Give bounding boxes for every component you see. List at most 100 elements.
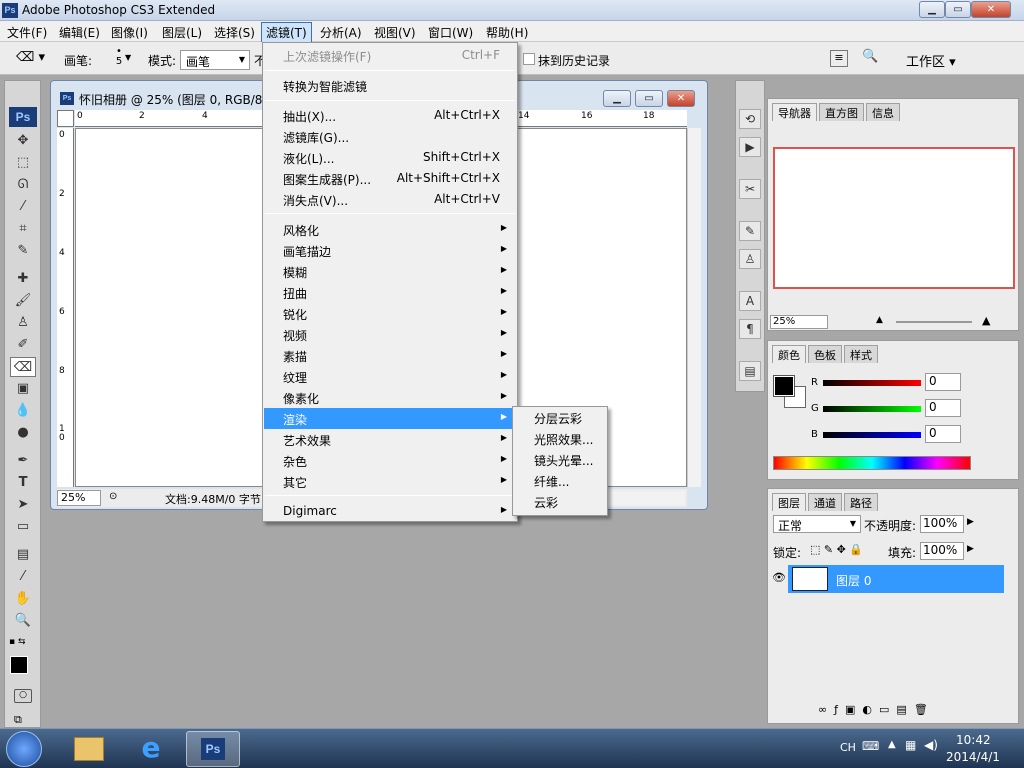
- menu-item-artistic[interactable]: 艺术效果 ▶: [264, 429, 516, 450]
- menu-item-vanishing-point[interactable]: 消失点(V)... Alt+Ctrl+V: [264, 189, 516, 210]
- clone-stamp-tool-icon[interactable]: ♙: [10, 313, 36, 333]
- tab-paths[interactable]: 路径: [844, 493, 878, 511]
- menu-item-liquify[interactable]: 液化(L)... Shift+Ctrl+X: [264, 147, 516, 168]
- path-selection-tool-icon[interactable]: ➤: [10, 495, 36, 515]
- move-tool-icon[interactable]: ✥: [10, 131, 36, 151]
- menu-file[interactable]: 文件(F): [7, 24, 47, 41]
- vertical-scrollbar[interactable]: [687, 128, 701, 487]
- tray-expand-icon[interactable]: ▲: [888, 739, 896, 750]
- character-panel-icon[interactable]: A: [739, 291, 761, 311]
- history-panel-icon[interactable]: ⟲: [739, 109, 761, 129]
- lock-icons[interactable]: ⬚ ✎ ✥ 🔒: [810, 543, 863, 556]
- menu-item-sharpen[interactable]: 锐化 ▶: [264, 303, 516, 324]
- crop-tool-icon[interactable]: ⌗: [10, 219, 36, 239]
- ie-taskbar-icon[interactable]: e: [124, 731, 178, 767]
- clone-source-icon[interactable]: ♙: [739, 249, 761, 269]
- rectangle-tool-icon[interactable]: ▭: [10, 517, 36, 537]
- menu-item-sketch[interactable]: 素描 ▶: [264, 345, 516, 366]
- eraser-preset-icon[interactable]: ⌫ ▾: [16, 50, 52, 68]
- tab-styles[interactable]: 样式: [844, 345, 878, 363]
- swap-colors-icon[interactable]: ▪ ⇆: [9, 637, 26, 647]
- opacity-field[interactable]: 100%: [920, 515, 964, 533]
- menu-item-distort[interactable]: 扭曲 ▶: [264, 282, 516, 303]
- g-slider[interactable]: [823, 406, 921, 412]
- doc-minimize-icon[interactable]: ▁: [603, 90, 631, 107]
- fill-arrow-icon[interactable]: ▶: [967, 544, 974, 554]
- menu-item-pattern-maker[interactable]: 图案生成器(P)... Alt+Shift+Ctrl+X: [264, 168, 516, 189]
- menu-item-blur[interactable]: 模糊 ▶: [264, 261, 516, 282]
- tab-histogram[interactable]: 直方图: [819, 103, 864, 121]
- eraser-tool-icon[interactable]: ⌫: [10, 357, 36, 377]
- menu-analysis[interactable]: 分析(A): [320, 24, 362, 41]
- zoom-out-icon[interactable]: ▲: [876, 315, 883, 325]
- workspace-menu[interactable]: 工作区 ▾: [906, 51, 956, 70]
- magic-wand-tool-icon[interactable]: ⁄: [10, 197, 36, 217]
- eyedropper-tool-icon[interactable]: ⁄: [10, 567, 36, 587]
- b-slider[interactable]: [823, 432, 921, 438]
- submenu-item-lighting-effects[interactable]: 光照效果...: [534, 431, 593, 448]
- menu-edit[interactable]: 编辑(E): [59, 24, 100, 41]
- hand-tool-icon[interactable]: ✋: [10, 589, 36, 609]
- menu-filter[interactable]: 滤镜(T): [261, 22, 312, 43]
- brush-tool-icon[interactable]: 🖌: [10, 291, 36, 311]
- r-value[interactable]: 0: [925, 373, 961, 391]
- tab-navigator[interactable]: 导航器: [772, 103, 817, 121]
- screen-mode-icon[interactable]: ⧉: [14, 713, 22, 727]
- clock-time[interactable]: 10:42: [956, 733, 991, 747]
- marquee-tool-icon[interactable]: ⬚: [10, 153, 36, 173]
- b-value[interactable]: 0: [925, 425, 961, 443]
- zoom-field[interactable]: 25%: [57, 490, 101, 506]
- menu-view[interactable]: 视图(V): [374, 24, 416, 41]
- erase-to-history-checkbox[interactable]: [523, 53, 535, 65]
- gradient-tool-icon[interactable]: ▣: [10, 379, 36, 399]
- layer-row[interactable]: 图层 0: [788, 565, 1004, 593]
- tab-swatches[interactable]: 色板: [808, 345, 842, 363]
- menu-item-digimarc[interactable]: Digimarc ▶: [264, 501, 516, 522]
- menu-item-other[interactable]: 其它 ▶: [264, 471, 516, 492]
- menu-item-stylize[interactable]: 风格化 ▶: [264, 219, 516, 240]
- close-icon[interactable]: ✕: [971, 1, 1011, 18]
- chevron-down-icon[interactable]: ▼: [125, 53, 131, 62]
- restore-icon[interactable]: ▭: [945, 1, 971, 18]
- navigator-zoom-slider[interactable]: [896, 321, 972, 323]
- eye-icon[interactable]: 👁: [772, 571, 786, 584]
- submenu-item-difference-clouds[interactable]: 分层云彩: [534, 410, 582, 427]
- menu-item-render[interactable]: 渲染 ▶: [264, 408, 516, 429]
- menu-window[interactable]: 窗口(W): [428, 24, 473, 41]
- g-value[interactable]: 0: [925, 399, 961, 417]
- menu-item-noise[interactable]: 杂色 ▶: [264, 450, 516, 471]
- submenu-item-fibers[interactable]: 纤维...: [534, 473, 569, 490]
- clock-date[interactable]: 2014/4/1: [946, 750, 1000, 764]
- dodge-tool-icon[interactable]: ●: [10, 423, 36, 443]
- photoshop-taskbar-icon[interactable]: Ps: [186, 731, 240, 767]
- ps-logo-icon[interactable]: Ps: [9, 107, 37, 127]
- fill-field[interactable]: 100%: [920, 542, 964, 560]
- network-icon[interactable]: ▦: [905, 738, 916, 752]
- quick-mask-icon[interactable]: ○: [14, 689, 32, 703]
- history-brush-tool-icon[interactable]: ✐: [10, 335, 36, 355]
- zoom-tool-icon[interactable]: 🔍: [10, 611, 36, 631]
- menu-image[interactable]: 图像(I): [111, 24, 148, 41]
- color-fg-swatch[interactable]: [773, 375, 795, 397]
- explorer-taskbar-icon[interactable]: [62, 731, 116, 767]
- healing-brush-tool-icon[interactable]: ✚: [10, 269, 36, 289]
- volume-icon[interactable]: ◀): [924, 738, 938, 752]
- palette-well-icon[interactable]: ≡: [830, 50, 848, 67]
- mode-select[interactable]: 画笔 ▼: [180, 50, 250, 70]
- bridge-icon[interactable]: 🔍: [862, 49, 886, 68]
- status-menu-icon[interactable]: ⊙: [109, 491, 117, 502]
- doc-restore-icon[interactable]: ▭: [635, 90, 663, 107]
- paragraph-panel-icon[interactable]: ¶: [739, 319, 761, 339]
- ime-indicator[interactable]: CH: [840, 741, 856, 754]
- type-tool-icon[interactable]: T: [10, 473, 36, 493]
- navigator-preview[interactable]: [773, 147, 1015, 289]
- keyboard-icon[interactable]: ⌨: [862, 739, 879, 753]
- actions-panel-icon[interactable]: ▶: [739, 137, 761, 157]
- submenu-item-clouds[interactable]: 云彩: [534, 494, 558, 511]
- menu-item-filter-gallery[interactable]: 滤镜库(G)...: [264, 126, 516, 147]
- zoom-in-icon[interactable]: ▲: [982, 314, 990, 327]
- menu-select[interactable]: 选择(S): [214, 24, 255, 41]
- navigator-zoom-field[interactable]: 25%: [770, 315, 828, 329]
- menu-help[interactable]: 帮助(H): [486, 24, 528, 41]
- menu-item-extract[interactable]: 抽出(X)... Alt+Ctrl+X: [264, 105, 516, 126]
